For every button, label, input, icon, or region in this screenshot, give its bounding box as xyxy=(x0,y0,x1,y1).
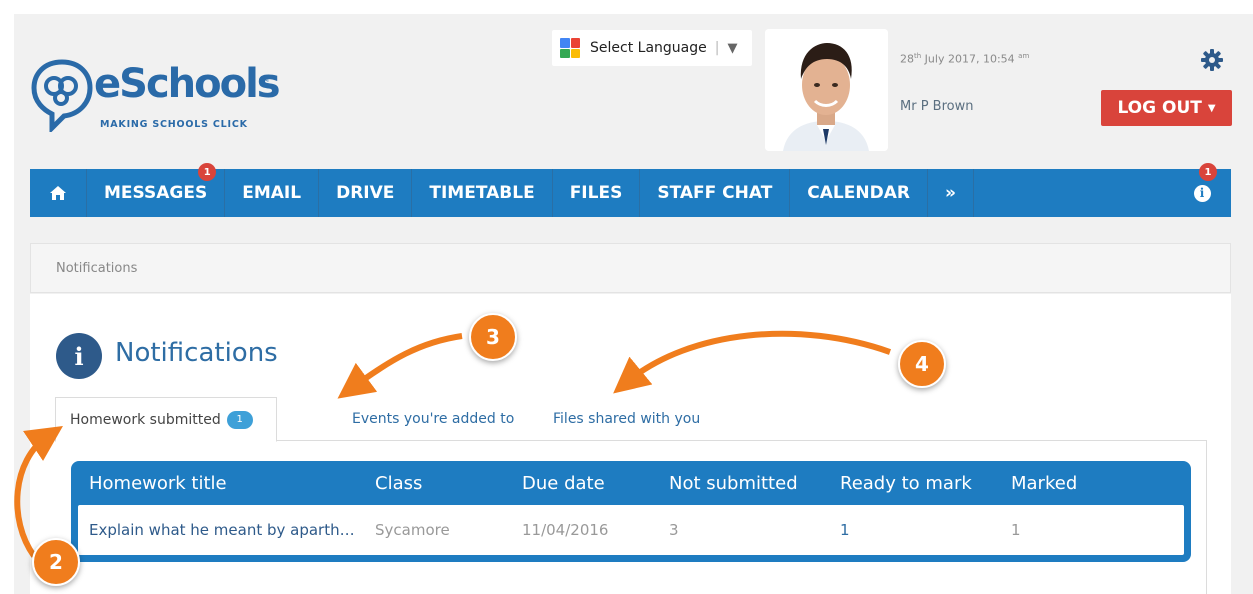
logo-trademark: TM xyxy=(260,77,269,84)
callout-3: 3 xyxy=(469,313,517,361)
callout-2: 2 xyxy=(32,538,80,586)
callout-4: 4 xyxy=(898,340,946,388)
tab-files-shared[interactable]: Files shared with you xyxy=(539,397,714,441)
table-cell: 11/04/2016 xyxy=(522,521,609,539)
nav-staff-chat-label: STAFF CHAT xyxy=(657,183,773,203)
language-select[interactable]: Select Language | ▼ xyxy=(552,30,752,66)
table-cell: 3 xyxy=(669,521,679,539)
nav-email-label: EMAIL xyxy=(242,183,302,203)
nav-email[interactable]: EMAIL xyxy=(225,169,320,217)
column-header[interactable]: Marked xyxy=(1011,473,1161,494)
caret-down-icon: ▼ xyxy=(1207,102,1216,114)
logout-button[interactable]: LOG OUT ▼ xyxy=(1101,90,1232,126)
main-nav: MESSAGES 1 EMAIL DRIVE TIMETABLE FILES S… xyxy=(30,163,1231,217)
tab-count-badge: 1 xyxy=(226,410,253,429)
table-header: Homework title Class Due date Not submit… xyxy=(78,461,1184,505)
tab-files-shared-label: Files shared with you xyxy=(553,411,701,427)
column-header[interactable]: Due date xyxy=(522,473,669,494)
nav-messages-label: MESSAGES xyxy=(104,183,208,203)
table-cell: 1 xyxy=(1011,521,1021,539)
tab-panel-border xyxy=(1206,441,1207,594)
current-datetime: 28th July 2017, 10:54 am xyxy=(900,52,1030,66)
column-header[interactable]: Class xyxy=(375,473,522,494)
ready-to-mark-link[interactable]: 1 xyxy=(840,521,1011,539)
nav-timetable-label: TIMETABLE xyxy=(429,183,535,203)
nav-drive-label: DRIVE xyxy=(336,183,395,203)
logo-tagline: MAKING SCHOOLS CLICK xyxy=(100,119,248,130)
table-row[interactable]: Explain what he meant by aparth… Sycamor… xyxy=(78,505,1184,555)
info-badge: 1 xyxy=(1199,163,1217,181)
homework-table: Homework title Class Due date Not submit… xyxy=(71,461,1191,562)
tab-homework-submitted[interactable]: Homework submitted 1 xyxy=(55,397,277,442)
home-icon xyxy=(50,186,66,200)
tab-events-label: Events you're added to xyxy=(352,411,515,427)
notification-tabs: Homework submitted 1 Events you're added… xyxy=(55,397,1207,442)
user-name: Mr P Brown xyxy=(900,99,974,114)
logo-mark-icon xyxy=(31,59,93,132)
nav-calendar[interactable]: CALENDAR xyxy=(790,169,928,217)
nav-staff-chat[interactable]: STAFF CHAT xyxy=(640,169,791,217)
user-avatar[interactable] xyxy=(765,29,888,151)
column-header[interactable]: Not submitted xyxy=(669,473,840,494)
column-header[interactable]: Homework title xyxy=(78,473,375,494)
nav-drive[interactable]: DRIVE xyxy=(319,169,413,217)
nav-more[interactable]: » xyxy=(928,169,974,217)
nav-messages[interactable]: MESSAGES 1 xyxy=(87,163,226,217)
column-header[interactable]: Ready to mark xyxy=(840,473,1011,494)
info-icon: i xyxy=(1193,184,1211,202)
google-icon xyxy=(560,38,580,58)
tab-homework-submitted-label: Homework submitted xyxy=(70,411,221,428)
nav-timetable[interactable]: TIMETABLE xyxy=(412,169,553,217)
avatar-portrait-icon xyxy=(765,29,888,151)
nav-home[interactable] xyxy=(30,169,87,217)
language-select-label: Select Language xyxy=(590,40,707,56)
logout-label: LOG OUT xyxy=(1117,98,1202,118)
nav-files[interactable]: FILES xyxy=(553,169,641,217)
page-title: Notifications xyxy=(115,338,278,368)
table-cell: Sycamore xyxy=(375,521,450,539)
gear-icon[interactable] xyxy=(1200,48,1224,72)
eschools-logo[interactable]: eSchools TM MAKING SCHOOLS CLICK xyxy=(30,55,281,135)
messages-badge: 1 xyxy=(198,163,217,181)
homework-title-link[interactable]: Explain what he meant by aparth… xyxy=(78,521,375,539)
language-select-separator: | xyxy=(714,40,720,56)
breadcrumb: Notifications xyxy=(30,243,1231,293)
nav-files-label: FILES xyxy=(569,183,623,203)
dropdown-arrow-icon: ▼ xyxy=(727,40,738,56)
nav-calendar-label: CALENDAR xyxy=(807,183,910,203)
logo-wordmark: eSchools xyxy=(94,61,281,107)
nav-info[interactable]: i 1 xyxy=(1187,163,1217,217)
tab-events[interactable]: Events you're added to xyxy=(338,397,528,441)
info-circle-icon: i xyxy=(56,333,102,379)
double-chevron-icon: » xyxy=(944,183,956,203)
